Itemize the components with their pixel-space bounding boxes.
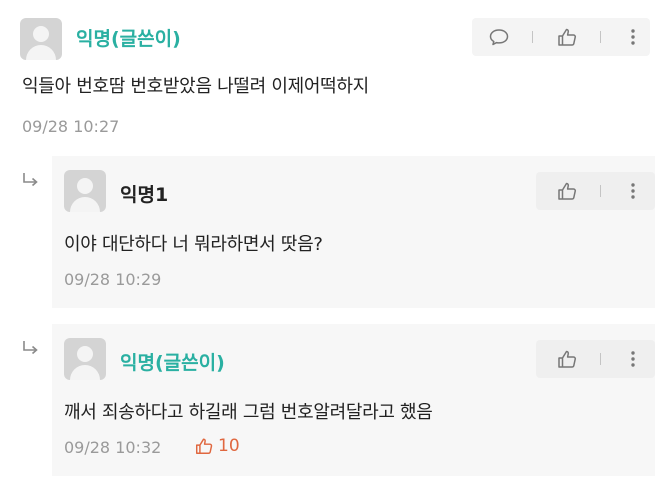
more-vertical-icon[interactable] bbox=[622, 348, 644, 370]
avatar[interactable] bbox=[64, 338, 106, 380]
post-body: 익들아 번호땀 번호받았음 나떨려 이제어떡하지 bbox=[22, 76, 369, 97]
reply-body: 이야 대단하다 너 뭐라하면서 땃음? bbox=[64, 234, 323, 255]
thumbs-up-icon[interactable] bbox=[556, 180, 578, 202]
post-author[interactable]: 익명(글쓴이) bbox=[76, 24, 181, 51]
thumbs-up-icon[interactable] bbox=[556, 348, 578, 370]
thumbs-up-icon bbox=[196, 438, 213, 454]
like-count[interactable]: 10 bbox=[194, 436, 240, 456]
reply-timestamp: 09/28 10:29 bbox=[64, 270, 162, 289]
avatar[interactable] bbox=[20, 18, 62, 60]
like-count-value: 10 bbox=[218, 436, 240, 456]
reply-arrow-icon bbox=[23, 173, 38, 187]
reply-author[interactable]: 익명1 bbox=[120, 180, 168, 207]
reply-item: 익명(글쓴이) 깨서 죄송하다고 하길래 그럼 번호알려달라고 했음 09/28… bbox=[52, 324, 655, 476]
post-actions bbox=[472, 18, 650, 56]
reply-item: 익명1 이야 대단하다 너 뭐라하면서 땃음? 09/28 10:29 bbox=[52, 156, 655, 308]
reply-author[interactable]: 익명(글쓴이) bbox=[120, 348, 225, 375]
more-vertical-icon[interactable] bbox=[622, 26, 644, 48]
reply-timestamp: 09/28 10:32 bbox=[64, 438, 162, 457]
reply-body: 깨서 죄송하다고 하길래 그럼 번호알려달라고 했음 bbox=[64, 402, 433, 423]
thumbs-up-icon[interactable] bbox=[556, 26, 578, 48]
reply-actions bbox=[536, 172, 655, 210]
avatar[interactable] bbox=[64, 170, 106, 212]
post-timestamp: 09/28 10:27 bbox=[22, 117, 120, 136]
comment-icon[interactable] bbox=[488, 26, 510, 48]
more-vertical-icon[interactable] bbox=[622, 180, 644, 202]
divider bbox=[532, 31, 533, 43]
divider bbox=[600, 31, 601, 43]
divider bbox=[600, 185, 601, 197]
reply-arrow-icon bbox=[23, 341, 38, 355]
reply-actions bbox=[536, 340, 655, 378]
divider bbox=[600, 353, 601, 365]
